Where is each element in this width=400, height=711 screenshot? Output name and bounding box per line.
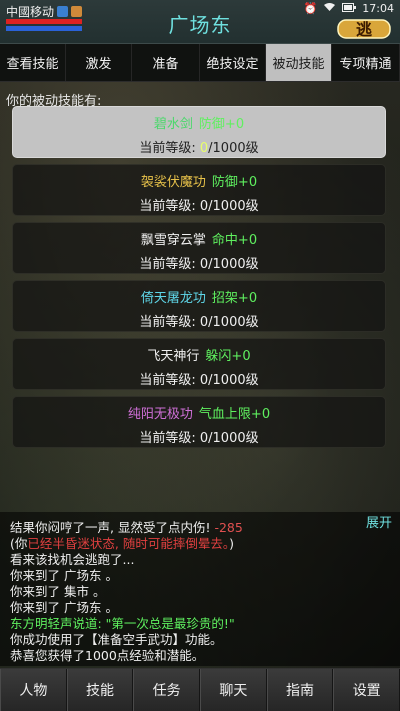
log-line: 你来到了 集市 。 (10, 584, 106, 599)
log-line: 结果你闷哼了一声, 显然受了点内伤! -285 (10, 516, 390, 536)
log-line: 恭喜您获得了1000点经验和潜能。 (10, 648, 205, 663)
level-label: 当前等级: (139, 199, 200, 214)
nav-quests[interactable]: 任务 (133, 669, 201, 711)
level-value: 0 (199, 141, 209, 156)
level-label: 当前等级: (139, 315, 200, 330)
tab-view-skills[interactable]: 查看技能 (0, 44, 66, 81)
level-max: /1000级 (208, 199, 259, 214)
warning-text: 已经半昏迷状态, 随时可能摔倒晕去。 (27, 536, 230, 551)
skill-name: 碧水剑 (153, 117, 193, 132)
nav-settings[interactable]: 设置 (333, 669, 400, 711)
clock: 17:04 (362, 2, 394, 15)
log-line: 你成功使用了【准备空手武功】功能。 (10, 632, 223, 647)
skill-effect: 招架+0 (211, 291, 258, 306)
level-label: 当前等级: (139, 257, 200, 272)
bottom-navigation: 人物 技能 任务 聊天 指南 设置 (0, 668, 400, 711)
log-line: 东方明轻声说道: "第一次总是最珍贵的!" (10, 616, 235, 631)
level-max: /1000级 (208, 373, 259, 388)
skill-name: 飘雪穿云掌 (140, 233, 206, 248)
skill-card[interactable]: 袈裟伏魔功 防御+0 当前等级: 0/1000级 (12, 164, 386, 216)
wifi-icon (323, 2, 336, 15)
alarm-icon: ⏰ (303, 2, 318, 15)
level-value: 0 (199, 315, 209, 330)
log-line: 看来该找机会逃跑了... (10, 552, 135, 567)
level-label: 当前等级: (139, 431, 200, 446)
game-logo[interactable]: 逃 (336, 16, 392, 40)
battery-icon (342, 2, 357, 15)
skill-name: 纯阳无极功 (127, 407, 193, 422)
damage-value: -285 (214, 520, 243, 535)
skill-card[interactable]: 碧水剑 防御+0 当前等级: 0/1000级 (12, 106, 386, 158)
log-line: 你来到了 广场东 。 (10, 600, 118, 615)
level-max: /1000级 (208, 141, 259, 156)
skill-name: 袈裟伏魔功 (140, 175, 206, 190)
level-label: 当前等级: (139, 373, 200, 388)
skill-card[interactable]: 纯阳无极功 气血上限+0 当前等级: 0/1000级 (12, 396, 386, 448)
tab-passive-skills[interactable]: 被动技能 (266, 44, 332, 81)
level-value: 0 (199, 431, 209, 446)
level-max: /1000级 (208, 257, 259, 272)
skill-effect: 防御+0 (198, 117, 245, 132)
passive-skill-list: 碧水剑 防御+0 当前等级: 0/1000级 袈裟伏魔功 防御+0 当前等级: 0/… (12, 106, 386, 454)
log-line: (你已经半昏迷状态, 随时可能摔倒晕去。) (10, 536, 390, 552)
nav-chat[interactable]: 聊天 (200, 669, 267, 711)
skill-effect: 气血上限+0 (198, 407, 271, 422)
tab-ultimate-settings[interactable]: 绝技设定 (200, 44, 266, 81)
system-status: ⏰ 17:04 (304, 2, 394, 15)
top-header: 中國移动 广场东 ⏰ 17:04 逃 (0, 0, 400, 44)
nav-skills[interactable]: 技能 (66, 669, 134, 711)
nav-guide[interactable]: 指南 (266, 669, 334, 711)
level-value: 0 (199, 373, 209, 388)
log-line: 你来到了 广场东 。 (10, 568, 118, 583)
skill-card[interactable]: 倚天屠龙功 招架+0 当前等级: 0/1000级 (12, 280, 386, 332)
skill-card[interactable]: 飞天神行 躲闪+0 当前等级: 0/1000级 (12, 338, 386, 390)
message-log: 结果你闷哼了一声, 显然受了点内伤! -285 (你已经半昏迷状态, 随时可能摔… (0, 512, 400, 666)
skill-tabs: 查看技能 激发 准备 绝技设定 被动技能 专项精通 (0, 44, 400, 82)
tab-prepare[interactable]: 准备 (132, 44, 200, 81)
svg-text:逃: 逃 (356, 20, 373, 39)
level-value: 0 (199, 199, 209, 214)
skill-effect: 躲闪+0 (205, 349, 251, 364)
expand-log-button[interactable]: 展开 (366, 512, 392, 531)
level-value: 0 (199, 257, 209, 272)
skill-effect: 命中+0 (211, 233, 258, 248)
level-label: 当前等级: (139, 141, 200, 156)
tab-mastery[interactable]: 专项精通 (332, 44, 400, 81)
level-max: /1000级 (208, 431, 259, 446)
log-text: (你 (10, 536, 28, 551)
log-text: 结果你闷哼了一声, 显然受了点内伤! (10, 520, 211, 535)
skill-name: 飞天神行 (147, 349, 200, 364)
nav-character[interactable]: 人物 (0, 669, 67, 711)
tab-activate[interactable]: 激发 (66, 44, 132, 81)
level-max: /1000级 (208, 315, 259, 330)
skill-card[interactable]: 飘雪穿云掌 命中+0 当前等级: 0/1000级 (12, 222, 386, 274)
skill-effect: 防御+0 (211, 175, 258, 190)
skill-name: 倚天屠龙功 (140, 291, 206, 306)
log-text: ) (229, 536, 234, 551)
